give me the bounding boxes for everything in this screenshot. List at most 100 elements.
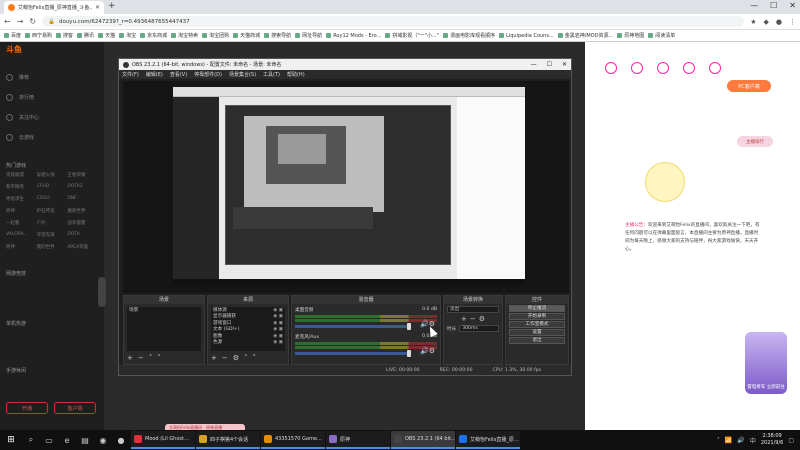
taskbar-app[interactable]: OBS 23.2.1 (64 bit... bbox=[391, 431, 455, 449]
back-icon[interactable]: ← bbox=[4, 17, 11, 26]
taskbar-app[interactable]: 四子棋第4个会话 bbox=[196, 431, 260, 449]
slider-knob[interactable] bbox=[407, 323, 411, 330]
category-link[interactable]: 原神 bbox=[6, 208, 37, 214]
rank-button[interactable]: 主播排行 bbox=[737, 136, 773, 147]
category-link[interactable]: 一起看 bbox=[6, 220, 37, 226]
exit-button[interactable]: 退出 bbox=[509, 337, 565, 344]
category-link[interactable]: CFHD bbox=[37, 184, 68, 190]
category-link[interactable]: 穿越火线 bbox=[37, 172, 68, 178]
category-link[interactable]: APEX英雄 bbox=[67, 244, 98, 250]
start-live-button[interactable]: 开播 bbox=[6, 402, 48, 414]
explorer-icon[interactable]: ▤ bbox=[76, 436, 94, 445]
bookmark-item[interactable]: 淘宝特卖 bbox=[171, 32, 198, 39]
notification-icon[interactable]: ▢ bbox=[788, 437, 794, 444]
scene-item[interactable]: 场景 bbox=[129, 308, 199, 314]
maximize-icon[interactable]: ☐ bbox=[770, 1, 777, 10]
minimize-icon[interactable]: — bbox=[750, 1, 758, 10]
bookmark-item[interactable]: 京东商城 bbox=[140, 32, 167, 39]
ad-banner[interactable]: 雷电将军 立即前往 bbox=[745, 332, 787, 394]
remove-icon[interactable]: − bbox=[138, 354, 144, 362]
search-icon[interactable]: ⌕ bbox=[22, 435, 40, 445]
gear-icon[interactable]: ⚙ bbox=[479, 315, 485, 323]
bookmark-item[interactable]: 阅读清单 bbox=[648, 32, 675, 39]
obs-minimize-icon[interactable]: — bbox=[531, 61, 537, 68]
bookmark-item[interactable]: 网址导航 bbox=[295, 32, 322, 39]
gift-icon[interactable] bbox=[683, 62, 695, 74]
down-icon[interactable]: ˅ bbox=[253, 354, 257, 362]
windows-start-icon[interactable]: ⊞ bbox=[0, 435, 22, 445]
client-button[interactable]: 客户端 bbox=[54, 402, 96, 414]
start-recording-button[interactable]: 开始录制 bbox=[509, 313, 565, 320]
volume-slider[interactable] bbox=[295, 350, 411, 357]
add-icon[interactable]: + bbox=[127, 354, 133, 362]
profile-icon[interactable]: ● bbox=[776, 18, 782, 26]
add-icon[interactable]: + bbox=[461, 315, 467, 323]
chrome-icon[interactable]: ◉ bbox=[94, 436, 112, 445]
volume-slider[interactable] bbox=[295, 323, 411, 330]
extension-icon[interactable]: ◆ bbox=[764, 18, 769, 26]
category-link[interactable]: DOTA2 bbox=[67, 184, 98, 190]
category-link[interactable]: 战争雷霆 bbox=[67, 220, 98, 226]
bookmark-item[interactable]: 搜索导航 bbox=[264, 32, 291, 39]
slider-knob[interactable] bbox=[407, 350, 411, 357]
category-link[interactable]: 我的世界 bbox=[37, 244, 68, 250]
gift-icon[interactable] bbox=[709, 62, 721, 74]
category-link[interactable]: CSGO bbox=[37, 196, 68, 202]
bookmark-item[interactable]: 腾讯 bbox=[77, 32, 94, 39]
category-link[interactable]: 和平精英 bbox=[6, 184, 37, 190]
bookmark-item[interactable]: 百度 bbox=[4, 32, 21, 39]
category-link[interactable]: DOTA bbox=[67, 232, 98, 238]
app-icon[interactable]: ● bbox=[112, 436, 130, 445]
duration-input[interactable]: 300ms bbox=[459, 325, 499, 332]
task-view-icon[interactable]: ▭ bbox=[40, 436, 58, 445]
obs-menu-item[interactable]: 停靠部件(D) bbox=[194, 71, 222, 78]
clock[interactable]: 2:38:09 2021/9/6 bbox=[761, 433, 783, 447]
volume-icon[interactable]: 🔊 bbox=[737, 437, 744, 444]
sidebar-item-recommend[interactable]: 推荐 bbox=[6, 74, 29, 81]
bookmark-item[interactable]: Liquipedia Couns... bbox=[499, 33, 554, 39]
up-icon[interactable]: ˄ bbox=[244, 354, 248, 362]
reload-icon[interactable]: ↻ bbox=[29, 17, 36, 26]
menu-icon[interactable]: ⋮ bbox=[789, 18, 796, 26]
studio-mode-button[interactable]: 工作室模式 bbox=[509, 321, 565, 328]
sidebar-item-follow[interactable]: 关注中心 bbox=[6, 114, 39, 121]
category-link[interactable]: 英雄联盟 bbox=[6, 172, 37, 178]
new-tab-icon[interactable]: + bbox=[108, 1, 116, 11]
forward-icon[interactable]: → bbox=[17, 17, 24, 26]
gift-icon[interactable] bbox=[631, 62, 643, 74]
remove-icon[interactable]: − bbox=[470, 315, 476, 323]
tray-chevron-icon[interactable]: ˄ bbox=[717, 437, 720, 444]
category-link[interactable]: 绝地求生 bbox=[6, 196, 37, 202]
obs-menu-item[interactable]: 查看(V) bbox=[170, 71, 187, 78]
obs-menu-item[interactable]: 帮助(H) bbox=[287, 71, 305, 78]
taskbar-app[interactable]: 43351570 Game... bbox=[261, 431, 325, 449]
bookmark-item[interactable]: 天猫商城 bbox=[233, 32, 260, 39]
bookmark-item[interactable]: 拼域影视（"一"小..." bbox=[385, 32, 439, 39]
taskbar-app[interactable]: 原神 bbox=[326, 431, 390, 449]
taskbar-app[interactable]: Mood (Lil Ghost... bbox=[131, 431, 195, 449]
category-link[interactable]: 守望先锋 bbox=[37, 232, 68, 238]
visibility-lock-icon[interactable]: ◉ ▣ bbox=[273, 340, 283, 346]
url-bar[interactable]: 🔒 douyu.com/6247239?_r=0.493648765544743… bbox=[42, 16, 745, 27]
ime-icon[interactable]: 中 bbox=[750, 436, 756, 445]
star-icon[interactable]: ★ bbox=[750, 18, 756, 26]
down-icon[interactable]: ˅ bbox=[157, 354, 161, 362]
category-link[interactable]: 户外 bbox=[37, 220, 68, 226]
obs-menu-item[interactable]: 工具(T) bbox=[263, 71, 280, 78]
bookmark-item[interactable]: 金黑岩神/MOD资源... bbox=[557, 32, 613, 39]
obs-menu-item[interactable]: 编辑(E) bbox=[146, 71, 163, 78]
bookmark-item[interactable]: 淘宝 bbox=[119, 32, 136, 39]
source-item[interactable]: 色源 ◉ ▣ bbox=[213, 340, 283, 346]
category-link[interactable]: 炉石传说 bbox=[37, 208, 68, 214]
sidebar-item-cloud-game[interactable]: 云游戏 bbox=[6, 134, 34, 141]
bookmark-item[interactable]: 淘宝团购 bbox=[202, 32, 229, 39]
browser-tab[interactable]: 艾萌怡Felix直播_原神直播_斗鱼... ✕ bbox=[4, 1, 104, 14]
tab-close-icon[interactable]: ✕ bbox=[95, 4, 100, 11]
bookmark-item[interactable]: 原神地图 bbox=[617, 32, 644, 39]
settings-button[interactable]: 设置 bbox=[509, 329, 565, 336]
close-window-icon[interactable]: ✕ bbox=[789, 1, 796, 10]
category-link[interactable]: 原神 bbox=[6, 244, 37, 250]
obs-menu-item[interactable]: 文件(F) bbox=[122, 71, 139, 78]
taskbar-app[interactable]: 艾萌怡Felix直播_原... bbox=[456, 431, 520, 449]
network-icon[interactable]: 📶 bbox=[725, 437, 732, 444]
